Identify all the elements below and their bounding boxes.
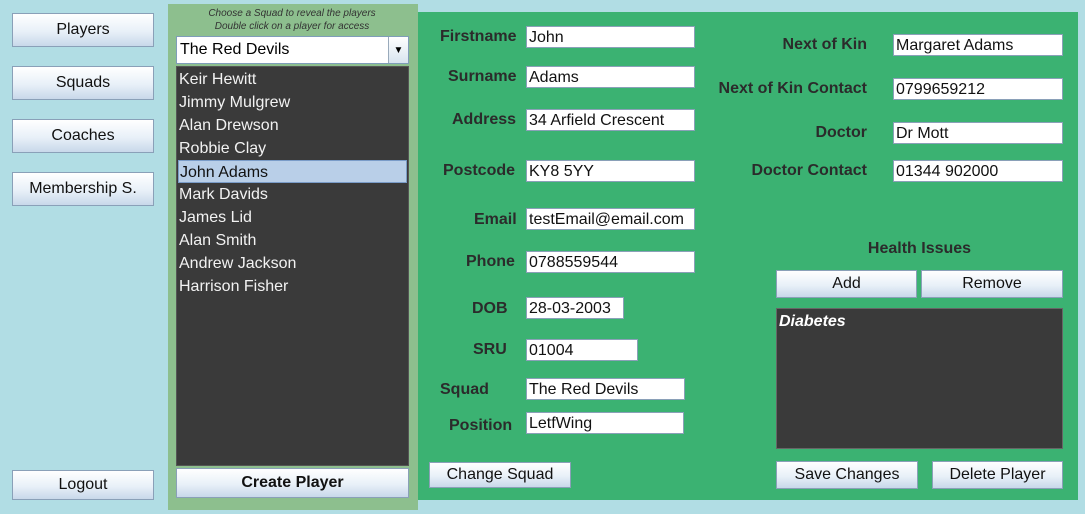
health-issue-item[interactable]: Diabetes <box>779 313 846 331</box>
player-list-item[interactable]: Jimmy Mulgrew <box>178 91 407 114</box>
sru-field[interactable]: 01004 <box>526 339 638 361</box>
player-list-item[interactable]: Keir Hewitt <box>178 68 407 91</box>
change-squad-button[interactable]: Change Squad <box>429 462 571 488</box>
next-of-kin-field[interactable]: Margaret Adams <box>893 34 1063 56</box>
squad-select[interactable]: The Red Devils <box>176 36 409 64</box>
membership-button[interactable]: Membership S. <box>12 172 154 206</box>
postcode-field[interactable]: KY8 5YY <box>526 160 695 182</box>
player-list-item[interactable]: Andrew Jackson <box>178 252 407 275</box>
doctor-contact-label: Doctor Contact <box>751 162 867 179</box>
next-of-kin-contact-field[interactable]: 0799659212 <box>893 78 1063 100</box>
window-right-edge <box>1078 0 1085 514</box>
player-list-item[interactable]: Robbie Clay <box>178 137 407 160</box>
player-list-item[interactable]: Alan Smith <box>178 229 407 252</box>
save-changes-button[interactable]: Save Changes <box>776 461 918 489</box>
player-list-item[interactable]: Harrison Fisher <box>178 275 407 298</box>
player-list-item[interactable]: Mark Davids <box>178 183 407 206</box>
dob-field[interactable]: 28-03-2003 <box>526 297 624 319</box>
player-list-item[interactable]: Alan Drewson <box>178 114 407 137</box>
remove-health-issue-button[interactable]: Remove <box>921 270 1063 298</box>
phone-label: Phone <box>466 253 515 270</box>
firstname-label: Firstname <box>440 28 517 45</box>
next-of-kin-label: Next of Kin <box>782 36 867 53</box>
logout-button[interactable]: Logout <box>12 470 154 500</box>
address-label: Address <box>452 111 517 128</box>
squad-select-value: The Red Devils <box>180 41 290 58</box>
coaches-button[interactable]: Coaches <box>12 119 154 153</box>
squad-field[interactable]: The Red Devils <box>526 378 685 400</box>
next-of-kin-contact-label: Next of Kin Contact <box>718 80 867 97</box>
chevron-down-icon[interactable]: ▼ <box>388 37 408 63</box>
squad-hint-line1: Choose a Squad to reveal the players <box>208 8 376 19</box>
firstname-field[interactable]: John <box>526 26 695 48</box>
position-field[interactable]: LetfWing <box>526 412 684 434</box>
sru-label: SRU <box>473 341 507 358</box>
player-list-item-selected[interactable]: John Adams <box>178 160 407 183</box>
player-list-item[interactable]: James Lid <box>178 206 407 229</box>
doctor-field[interactable]: Dr Mott <box>893 122 1063 144</box>
create-player-button[interactable]: Create Player <box>176 468 409 498</box>
postcode-label: Postcode <box>443 162 516 179</box>
health-issues-label: Health Issues <box>867 240 972 257</box>
email-label: Email <box>474 211 517 228</box>
dob-label: DOB <box>472 300 508 317</box>
doctor-label: Doctor <box>815 124 867 141</box>
delete-player-button[interactable]: Delete Player <box>932 461 1063 489</box>
squads-button[interactable]: Squads <box>12 66 154 100</box>
phone-field[interactable]: 0788559544 <box>526 251 695 273</box>
address-field[interactable]: 34 Arfield Crescent <box>526 109 695 131</box>
surname-label: Surname <box>448 68 517 85</box>
surname-field[interactable]: Adams <box>526 66 695 88</box>
position-label: Position <box>449 417 513 434</box>
doctor-contact-field[interactable]: 01344 902000 <box>893 160 1063 182</box>
add-health-issue-button[interactable]: Add <box>776 270 917 298</box>
squad-hint-line2: Double click on a player for access <box>214 21 370 32</box>
squad-label: Squad <box>440 381 489 398</box>
player-list[interactable]: Keir Hewitt Jimmy Mulgrew Alan Drewson R… <box>176 66 409 466</box>
email-field[interactable]: testEmail@email.com <box>526 208 695 230</box>
players-button[interactable]: Players <box>12 13 154 47</box>
